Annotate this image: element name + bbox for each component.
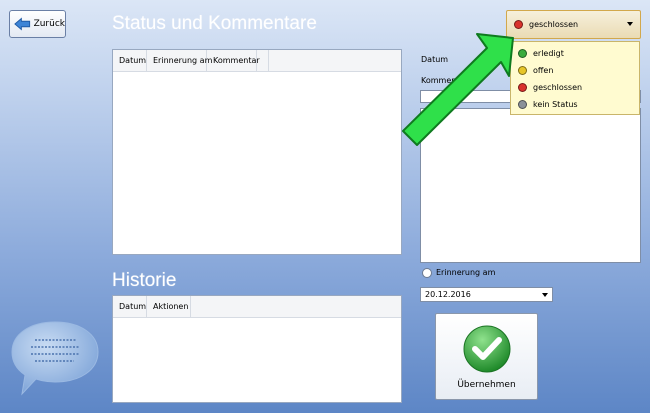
submit-button[interactable]: Übernehmen <box>435 313 538 400</box>
status-option-offen[interactable]: offen <box>511 62 639 79</box>
checkmark-icon <box>463 325 511 373</box>
comments-list-header: Datum Erinnerung am Kommentar <box>113 50 401 72</box>
comments-list[interactable]: Datum Erinnerung am Kommentar <box>112 49 402 255</box>
speech-bubble-icon <box>11 321 99 396</box>
reminder-radio[interactable] <box>422 268 432 278</box>
column-header-datum[interactable]: Datum <box>113 296 147 317</box>
column-header-aktionen[interactable]: Aktionen <box>147 296 191 317</box>
chevron-down-icon <box>627 22 633 26</box>
status-dropdown-list: erledigt offen geschlossen kein Status <box>510 41 640 115</box>
back-button-label: Zurück <box>33 19 65 29</box>
status-option-geschlossen[interactable]: geschlossen <box>511 79 639 96</box>
column-header-kommentar[interactable]: Kommentar <box>207 50 260 71</box>
history-title: Historie <box>112 270 177 291</box>
status-dropdown-value: geschlossen <box>529 20 579 29</box>
status-option-kein-status[interactable]: kein Status <box>511 96 639 113</box>
column-header-erinnerung[interactable]: Erinnerung am <box>147 50 212 71</box>
reminder-date-value: 20.12.2016 <box>425 290 471 299</box>
status-option-label: offen <box>533 66 554 75</box>
status-option-erledigt[interactable]: erledigt <box>511 45 639 62</box>
status-option-label: kein Status <box>533 100 578 109</box>
annotation-arrow-icon <box>402 33 514 146</box>
status-option-label: geschlossen <box>533 83 583 92</box>
history-list-header: Datum Aktionen <box>113 296 401 318</box>
column-header-extra[interactable] <box>257 50 269 71</box>
status-dropdown[interactable]: geschlossen <box>506 10 641 39</box>
back-button[interactable]: Zurück <box>9 10 66 38</box>
status-option-label: erledigt <box>533 49 564 58</box>
page-title: Status und Kommentare <box>112 13 317 34</box>
reminder-date-dropdown[interactable]: 20.12.2016 <box>420 287 553 302</box>
history-list[interactable]: Datum Aktionen <box>112 295 402 403</box>
submit-button-label: Übernehmen <box>457 380 516 390</box>
reminder-label: Erinnerung am <box>436 268 496 277</box>
chevron-down-icon <box>542 293 548 297</box>
back-arrow-icon <box>14 17 31 31</box>
column-header-datum[interactable]: Datum <box>113 50 147 71</box>
